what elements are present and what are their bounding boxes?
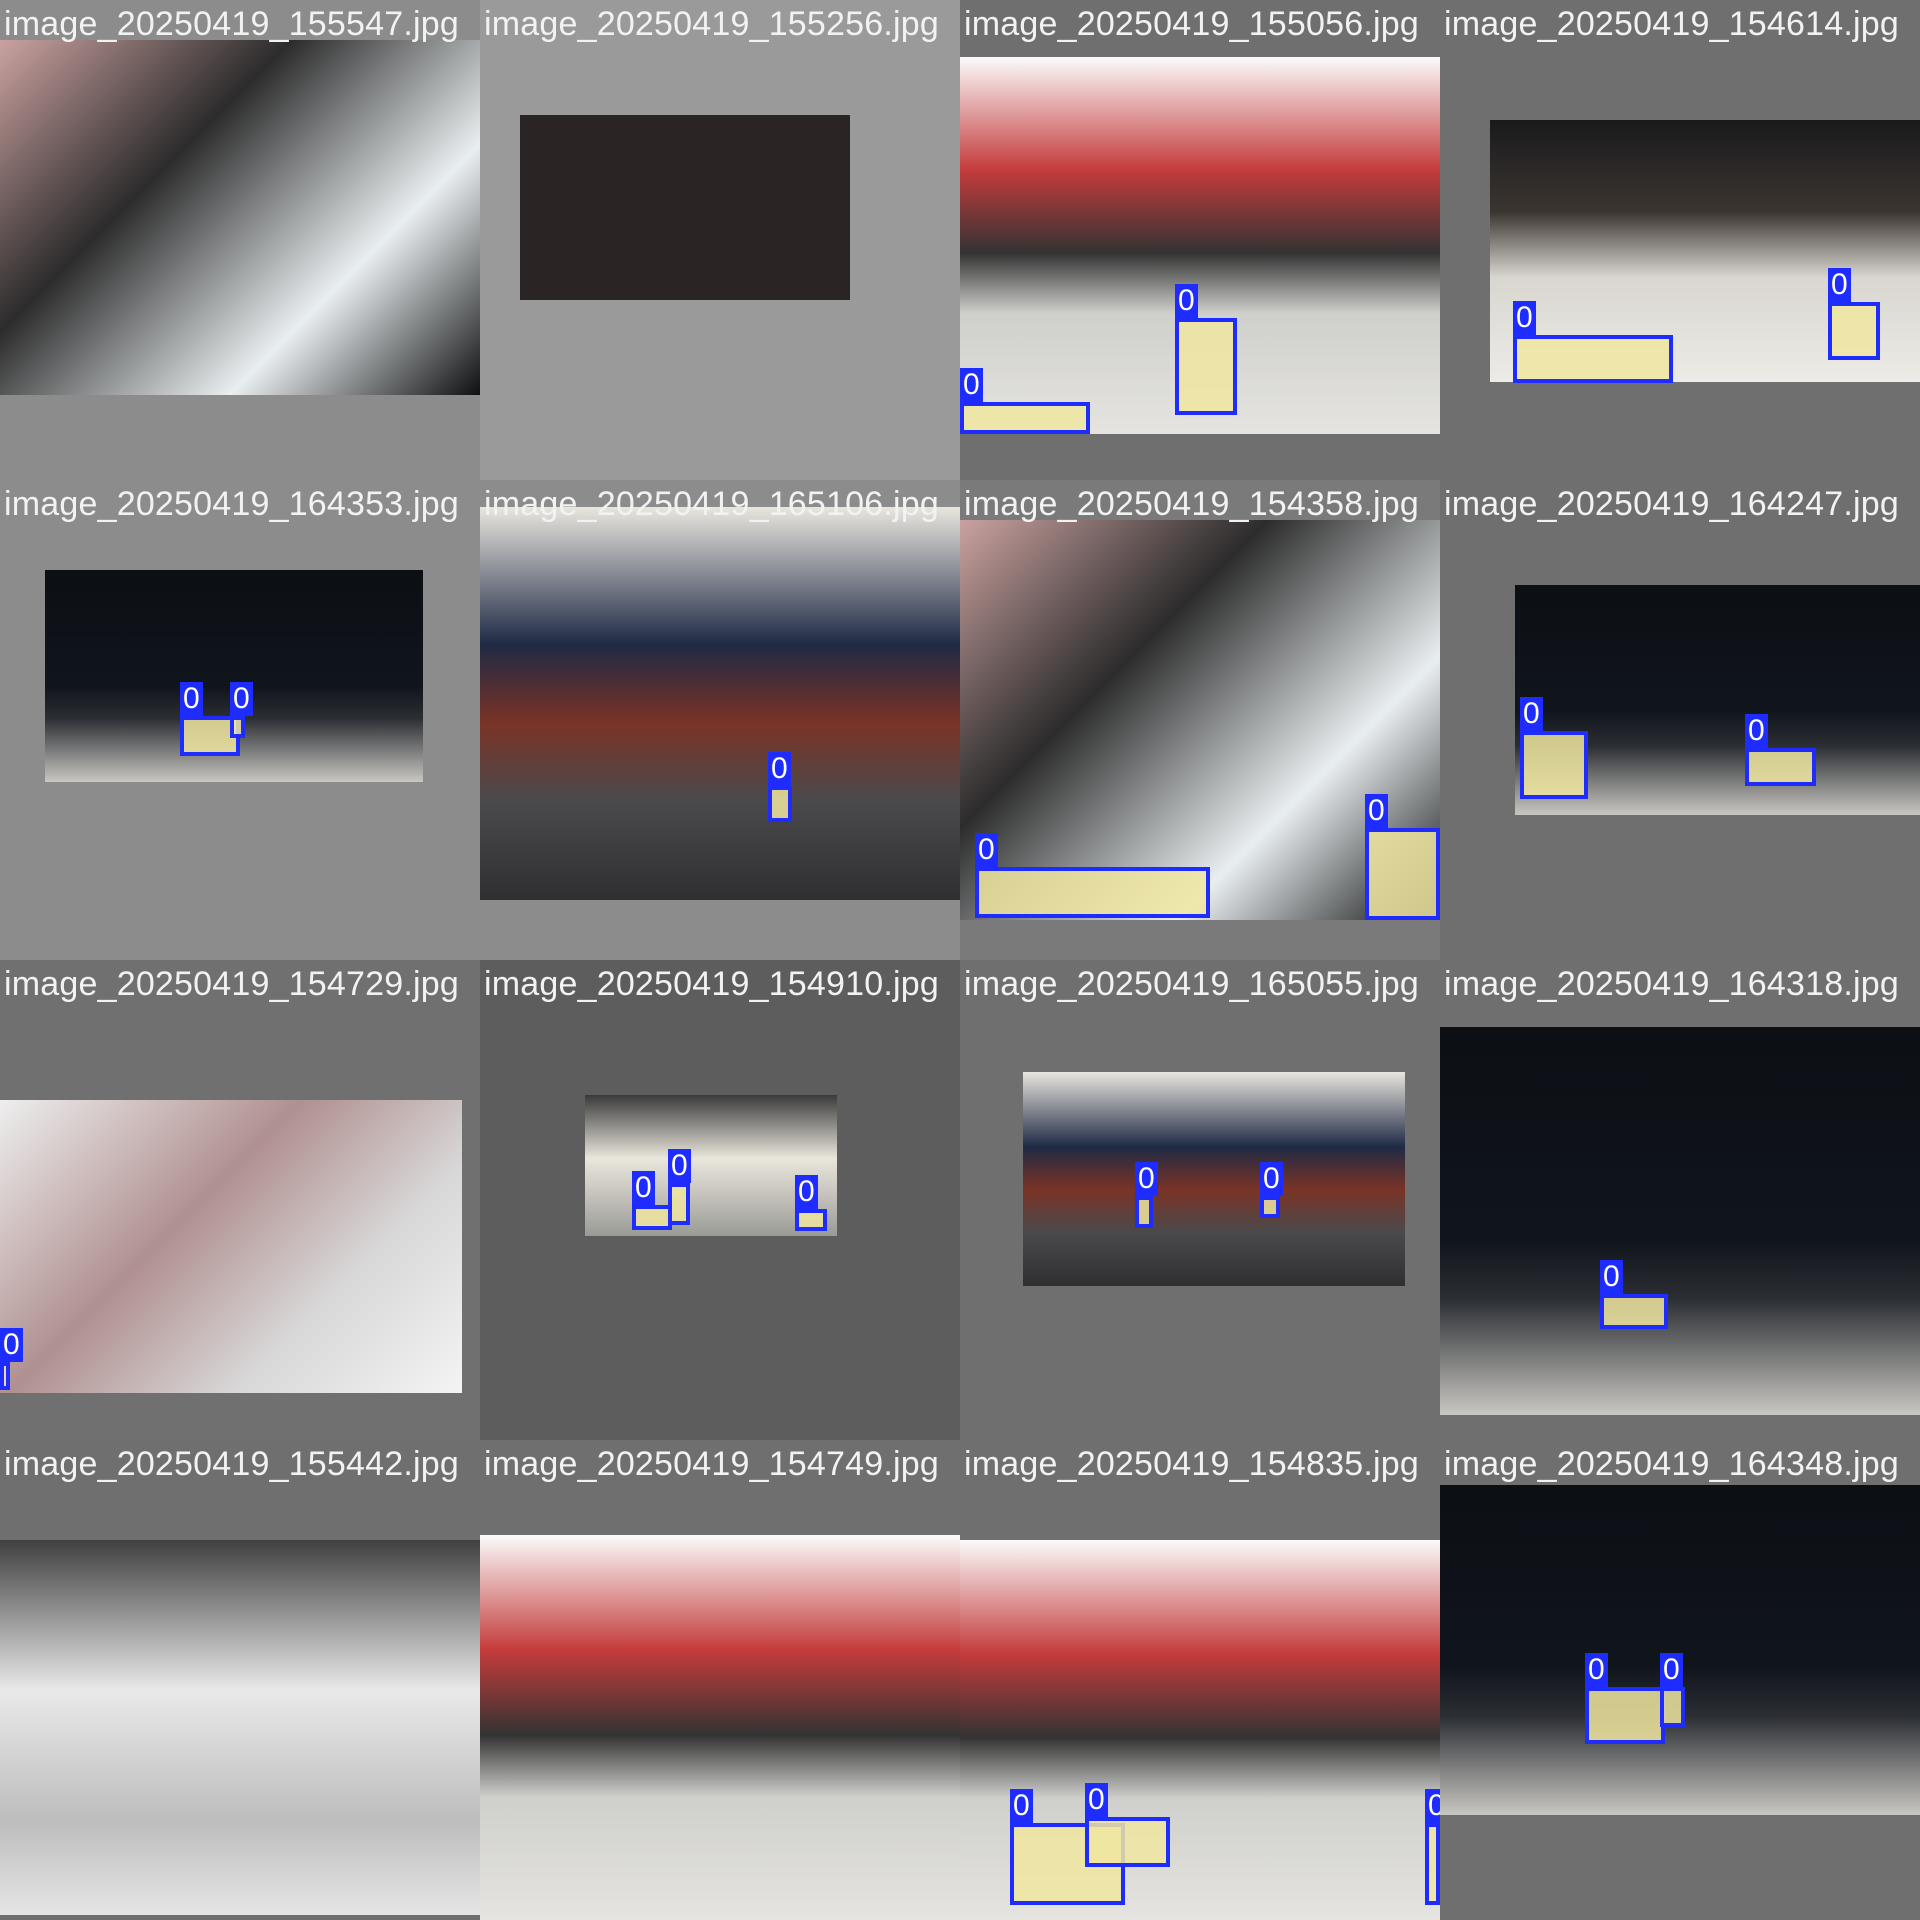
tile-filename-label: image_20250419_154614.jpg xyxy=(1444,5,1899,43)
detection-class-label: 0 xyxy=(1365,794,1388,828)
tile-image-preview xyxy=(1440,1027,1920,1415)
detection-class-label: 0 xyxy=(632,1171,655,1205)
detection-class-label: 0 xyxy=(1085,1783,1108,1817)
mosaic-tile[interactable]: 0 0 image_20250419_154614.jpg xyxy=(1440,0,1920,480)
tile-filename-label: image_20250419_164247.jpg xyxy=(1444,485,1899,523)
mosaic-tile[interactable]: 0 0 0 image_20250419_154910.jpg xyxy=(480,960,960,1440)
detection-box xyxy=(1425,1823,1440,1905)
detection-box xyxy=(1365,828,1440,920)
detection-class-label: 0 xyxy=(1585,1653,1608,1687)
image-mosaic-grid: image_20250419_155547.jpg image_20250419_… xyxy=(0,0,1920,1920)
tile-image-preview xyxy=(1440,1485,1920,1815)
tile-filename-label: image_20250419_155056.jpg xyxy=(964,5,1419,43)
detection-class-label: 0 xyxy=(180,682,203,716)
detection-box xyxy=(1660,1687,1685,1727)
detection-box xyxy=(668,1183,690,1225)
detection-box xyxy=(1600,1294,1668,1329)
detection-box xyxy=(1135,1196,1153,1228)
tile-filename-label: image_20250419_154910.jpg xyxy=(484,965,939,1003)
detection-class-label: 0 xyxy=(230,682,253,716)
mosaic-tile[interactable]: 0 0 image_20250419_164348.jpg xyxy=(1440,1440,1920,1920)
tile-filename-label: image_20250419_155256.jpg xyxy=(484,5,939,43)
detection-class-label: 0 xyxy=(1135,1162,1158,1196)
detection-box xyxy=(1520,731,1588,799)
mosaic-tile[interactable]: 0 0 image_20250419_155056.jpg xyxy=(960,0,1440,480)
detection-class-label: 0 xyxy=(1600,1260,1623,1294)
detection-class-label: 0 xyxy=(1260,1162,1283,1196)
detection-box xyxy=(632,1205,672,1230)
tile-filename-label: image_20250419_155442.jpg xyxy=(4,1445,459,1483)
detection-box xyxy=(960,402,1090,434)
mosaic-tile[interactable]: 0 0 image_20250419_164247.jpg xyxy=(1440,480,1920,960)
detection-class-label: 0 xyxy=(975,833,998,867)
detection-class-label: 0 xyxy=(0,1328,23,1362)
tile-image-preview xyxy=(1023,1072,1405,1286)
detection-box xyxy=(0,1362,10,1390)
tile-image-preview xyxy=(480,1535,960,1920)
detection-class-label: 0 xyxy=(960,368,983,402)
tile-filename-label: image_20250419_164353.jpg xyxy=(4,485,459,523)
detection-box xyxy=(1175,318,1237,415)
mosaic-tile[interactable]: 0 0 image_20250419_154358.jpg xyxy=(960,480,1440,960)
detection-class-label: 0 xyxy=(1175,284,1198,318)
detection-box xyxy=(768,786,792,822)
detection-class-label: 0 xyxy=(1520,697,1543,731)
mosaic-tile[interactable]: 0 image_20250419_164318.jpg xyxy=(1440,960,1920,1440)
tile-filename-label: image_20250419_154835.jpg xyxy=(964,1445,1419,1483)
detection-box xyxy=(1260,1196,1280,1218)
mosaic-tile[interactable]: image_20250419_155547.jpg xyxy=(0,0,480,480)
detection-class-label: 0 xyxy=(795,1175,818,1209)
detection-class-label: 0 xyxy=(1828,268,1851,302)
tile-filename-label: image_20250419_154729.jpg xyxy=(4,965,459,1003)
detection-box xyxy=(1085,1817,1170,1867)
detection-class-label: 0 xyxy=(1660,1653,1683,1687)
detection-class-label: 0 xyxy=(1745,714,1768,748)
mosaic-tile[interactable]: 0 0 0 image_20250419_154835.jpg xyxy=(960,1440,1440,1920)
tile-filename-label: image_20250419_154358.jpg xyxy=(964,485,1419,523)
tile-image-preview xyxy=(0,1540,480,1915)
detection-box xyxy=(1745,748,1816,786)
mosaic-tile[interactable]: 0 image_20250419_154729.jpg xyxy=(0,960,480,1440)
detection-box xyxy=(975,867,1210,918)
detection-box xyxy=(1585,1687,1665,1744)
tile-image-preview xyxy=(0,1100,462,1393)
tile-filename-label: image_20250419_165106.jpg xyxy=(484,485,939,523)
mosaic-tile[interactable]: image_20250419_154749.jpg xyxy=(480,1440,960,1920)
detection-class-label: 0 xyxy=(1425,1789,1440,1823)
mosaic-tile[interactable]: 0 0 image_20250419_165055.jpg xyxy=(960,960,1440,1440)
mosaic-tile[interactable]: image_20250419_155442.jpg xyxy=(0,1440,480,1920)
tile-image-preview xyxy=(520,115,850,300)
detection-box xyxy=(1513,335,1673,383)
detection-class-label: 0 xyxy=(768,752,791,786)
tile-filename-label: image_20250419_164318.jpg xyxy=(1444,965,1899,1003)
detection-box xyxy=(1828,302,1880,360)
detection-box xyxy=(230,716,245,738)
tile-filename-label: image_20250419_155547.jpg xyxy=(4,5,459,43)
tile-filename-label: image_20250419_165055.jpg xyxy=(964,965,1419,1003)
detection-class-label: 0 xyxy=(1513,301,1536,335)
tile-image-preview xyxy=(480,507,960,900)
tile-filename-label: image_20250419_164348.jpg xyxy=(1444,1445,1899,1483)
mosaic-tile[interactable]: image_20250419_155256.jpg xyxy=(480,0,960,480)
tile-filename-label: image_20250419_154749.jpg xyxy=(484,1445,939,1483)
tile-image-preview xyxy=(0,40,480,395)
detection-class-label: 0 xyxy=(668,1149,691,1183)
mosaic-tile[interactable]: 0 image_20250419_165106.jpg xyxy=(480,480,960,960)
detection-class-label: 0 xyxy=(1010,1789,1033,1823)
mosaic-tile[interactable]: 0 0 image_20250419_164353.jpg xyxy=(0,480,480,960)
detection-box xyxy=(795,1209,827,1231)
